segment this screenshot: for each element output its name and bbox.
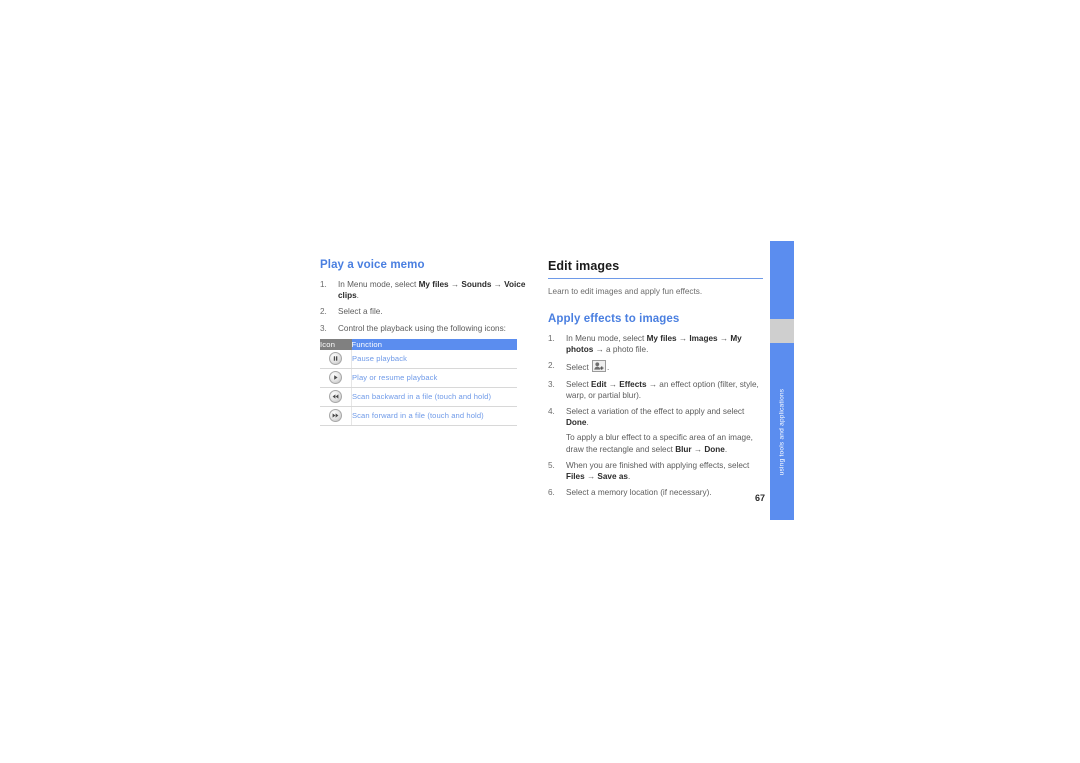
section-heading-play-voice-memo: Play a voice memo — [320, 259, 425, 271]
rewind-icon — [329, 390, 342, 404]
emphasised-term: My files — [646, 334, 677, 343]
emphasised-term: Done — [704, 444, 725, 454]
table-head: Icon Function — [320, 338, 517, 350]
step-text: In Menu mode, select My files → Sounds →… — [338, 280, 526, 301]
step-item: 2. Select a file. — [320, 306, 534, 317]
step-text: Select a variation of the effect to appl… — [566, 407, 745, 428]
function-cell: Scan forward in a file (touch and hold) — [351, 406, 517, 426]
step-item: 5. When you are finished with applying ef… — [548, 460, 763, 482]
step-text: Select a memory location (if necessary). — [566, 488, 712, 498]
step-number: 1. — [548, 334, 555, 343]
table-row: Scan forward in a file (touch and hold) — [320, 406, 517, 426]
table-row: Scan backward in a file (touch and hold) — [320, 387, 517, 407]
table-row: Play or resume playback — [320, 368, 517, 388]
step-item: 3. Select Edit → Effects → an effect opti… — [548, 379, 763, 401]
emphasised-term: Save as — [597, 472, 628, 482]
tab-segment-lower: using tools and applications — [770, 343, 794, 520]
fast-forward-icon — [329, 409, 342, 423]
section-intro-text: Learn to edit images and apply fun effec… — [548, 287, 703, 296]
left-column: Play a voice memo 1. In Menu mode, select… — [320, 258, 534, 426]
step-number: 4. — [548, 407, 555, 417]
emphasised-term: Images — [689, 334, 718, 343]
table-row: Pause playback — [320, 349, 517, 369]
step-item: 1. In Menu mode, select My files → Sounds… — [320, 279, 534, 301]
step-item: 6. Select a memory location (if necessary… — [548, 487, 763, 498]
step-item: 4. Select a variation of the effect to ap… — [548, 406, 763, 455]
step-number: 1. — [320, 280, 327, 289]
table-header-row: Icon Function — [320, 338, 517, 350]
step-item: 1. In Menu mode, select My files → Images… — [548, 333, 763, 355]
voice-memo-step-list: 1. In Menu mode, select My files → Sounds… — [320, 279, 534, 334]
tab-section-label: using tools and applications — [778, 388, 786, 475]
page-number: 67 — [754, 493, 765, 503]
playback-icons-table: Icon Function Pause playback Play or resu… — [320, 338, 517, 426]
edit-tool-icon — [592, 360, 607, 373]
step-number: 2. — [548, 361, 555, 371]
subsection-heading-apply-effects: Apply effects to images — [548, 313, 680, 325]
icon-cell — [320, 387, 352, 407]
step-text: Select . — [566, 360, 609, 373]
tab-current-section-marker — [770, 319, 794, 343]
side-section-tab: using tools and applications — [770, 241, 794, 520]
step-item: 2. Select . — [548, 360, 763, 373]
function-cell: Play or resume playback — [351, 368, 517, 388]
function-cell: Scan backward in a file (touch and hold) — [351, 387, 517, 407]
step-number: 3. — [320, 323, 327, 333]
step-item: 3. Control the playback using the followi… — [320, 323, 534, 334]
step-text: Select a file. — [338, 307, 383, 317]
table-body: Pause playback Play or resume playback Sca… — [320, 349, 517, 426]
right-column: Edit images Learn to edit images and app… — [548, 258, 763, 503]
step-text: Control the playback using the following… — [338, 323, 506, 333]
emphasised-term: Files — [566, 472, 585, 482]
emphasised-term: Sounds — [461, 280, 492, 289]
pause-icon — [329, 352, 342, 366]
step-text: Select Edit → Effects → an effect option… — [566, 379, 759, 400]
step-number: 2. — [320, 307, 327, 317]
heading-underline-rule — [548, 278, 763, 279]
column-header-icon: Icon — [320, 338, 352, 350]
icon-cell — [320, 349, 352, 369]
manual-page: Play a voice memo 1. In Menu mode, select… — [0, 0, 1080, 763]
emphasised-term: My files — [418, 280, 449, 289]
step-number: 3. — [548, 379, 555, 389]
emphasised-term: Done — [566, 418, 587, 428]
section-heading-edit-images: Edit images — [548, 259, 620, 273]
emphasised-term: Effects — [619, 379, 647, 389]
step-number: 6. — [548, 488, 555, 498]
step-text: When you are finished with applying effe… — [566, 460, 750, 482]
step-note-text: To apply a blur effect to a specific are… — [566, 433, 753, 454]
function-cell: Pause playback — [351, 349, 517, 369]
emphasised-term: Edit — [591, 379, 607, 389]
icon-cell — [320, 368, 352, 388]
emphasised-term: Blur — [675, 444, 692, 454]
step-text: In Menu mode, select My files → Images →… — [566, 334, 742, 355]
tab-segment-upper — [770, 241, 794, 319]
play-icon — [329, 371, 342, 385]
step-number: 5. — [548, 460, 555, 470]
apply-effects-step-list: 1. In Menu mode, select My files → Images… — [548, 333, 763, 498]
icon-cell — [320, 406, 352, 426]
column-header-function: Function — [351, 338, 517, 350]
